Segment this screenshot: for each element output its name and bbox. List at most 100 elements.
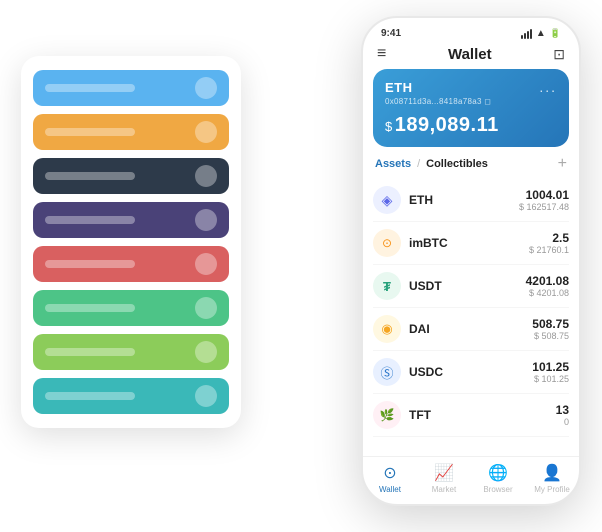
tft-icon: 🌿 — [373, 401, 401, 429]
nav-browser-label: Browser — [483, 485, 512, 494]
imbtc-icon: ⊙ — [373, 229, 401, 257]
status-time: 9:41 — [381, 28, 401, 39]
card-icon — [195, 165, 217, 187]
page-title: Wallet — [448, 46, 492, 63]
list-item[interactable] — [33, 334, 229, 370]
card-icon — [195, 341, 217, 363]
asset-usd: $ 162517.48 — [519, 202, 569, 212]
nav-profile-label: My Profile — [534, 485, 570, 494]
card-line — [45, 304, 135, 312]
list-item[interactable] — [33, 246, 229, 282]
card-icon — [195, 77, 217, 99]
balance-symbol: $ — [385, 119, 393, 134]
tab-collectibles[interactable]: Collectibles — [426, 158, 488, 170]
tab-assets[interactable]: Assets — [375, 158, 411, 170]
add-asset-button[interactable]: + — [558, 155, 567, 173]
asset-values: 2.5 $ 21760.1 — [529, 231, 569, 255]
phone: 9:41 ▲ 🔋 ≡ Wallet ⊡ ETH ... — [361, 16, 581, 506]
asset-values: 508.75 $ 508.75 — [532, 317, 569, 341]
scene: 9:41 ▲ 🔋 ≡ Wallet ⊡ ETH ... — [21, 16, 581, 516]
card-line — [45, 84, 135, 92]
asset-values: 101.25 $ 101.25 — [532, 360, 569, 384]
asset-amount: 4201.08 — [526, 274, 569, 288]
usdt-icon: ₮ — [373, 272, 401, 300]
assets-header: Assets / Collectibles + — [363, 155, 579, 179]
usdc-icon: Ⓢ — [373, 358, 401, 386]
card-line — [45, 260, 135, 268]
asset-usd: $ 4201.08 — [526, 288, 569, 298]
nav-market-label: Market — [432, 485, 456, 494]
nav-market[interactable]: 📈 Market — [417, 463, 471, 494]
asset-values: 13 0 — [556, 403, 569, 427]
wallet-balance: $189,089.11 — [385, 114, 557, 137]
battery-icon: 🔋 — [550, 28, 561, 39]
profile-nav-icon: 👤 — [542, 463, 562, 483]
table-row[interactable]: Ⓢ USDC 101.25 $ 101.25 — [373, 351, 569, 394]
asset-usd: $ 101.25 — [532, 374, 569, 384]
list-item[interactable] — [33, 70, 229, 106]
nav-wallet-label: Wallet — [379, 485, 401, 494]
dai-icon: ◉ — [373, 315, 401, 343]
wallet-nav-icon: ⊙ — [383, 463, 396, 483]
status-right: ▲ 🔋 — [521, 28, 561, 39]
table-row[interactable]: ◈ ETH 1004.01 $ 162517.48 — [373, 179, 569, 222]
list-item[interactable] — [33, 290, 229, 326]
asset-name: USDC — [409, 365, 532, 379]
phone-header: ≡ Wallet ⊡ — [363, 43, 579, 69]
asset-amount: 2.5 — [529, 231, 569, 245]
card-stack — [21, 56, 241, 428]
asset-usd: $ 508.75 — [532, 331, 569, 341]
nav-profile[interactable]: 👤 My Profile — [525, 463, 579, 494]
asset-list: ◈ ETH 1004.01 $ 162517.48 ⊙ imBTC 2.5 $ … — [363, 179, 579, 456]
wallet-card[interactable]: ETH ... 0x08711d3a...8418a78a3 ◻ $189,08… — [373, 69, 569, 147]
wallet-address: 0x08711d3a...8418a78a3 ◻ — [385, 97, 557, 106]
card-line — [45, 216, 135, 224]
nav-wallet[interactable]: ⊙ Wallet — [363, 463, 417, 494]
card-icon — [195, 209, 217, 231]
market-nav-icon: 📈 — [434, 463, 454, 483]
list-item[interactable] — [33, 378, 229, 414]
asset-amount: 101.25 — [532, 360, 569, 374]
card-line — [45, 392, 135, 400]
card-icon — [195, 253, 217, 275]
wallet-card-header: ETH ... — [385, 79, 557, 95]
asset-name: TFT — [409, 408, 556, 422]
wallet-more-icon[interactable]: ... — [539, 79, 557, 95]
status-bar: 9:41 ▲ 🔋 — [363, 18, 579, 43]
asset-name: USDT — [409, 279, 526, 293]
asset-name: ETH — [409, 193, 519, 207]
asset-amount: 508.75 — [532, 317, 569, 331]
list-item[interactable] — [33, 202, 229, 238]
eth-icon: ◈ — [373, 186, 401, 214]
asset-usd: $ 21760.1 — [529, 245, 569, 255]
list-item[interactable] — [33, 158, 229, 194]
asset-amount: 13 — [556, 403, 569, 417]
menu-icon[interactable]: ≡ — [377, 45, 386, 63]
asset-name: DAI — [409, 322, 532, 336]
wallet-token-label: ETH — [385, 80, 413, 95]
wifi-icon: ▲ — [536, 28, 546, 39]
asset-amount: 1004.01 — [519, 188, 569, 202]
asset-values: 4201.08 $ 4201.08 — [526, 274, 569, 298]
card-line — [45, 128, 135, 136]
asset-name: imBTC — [409, 236, 529, 250]
card-icon — [195, 385, 217, 407]
browser-nav-icon: 🌐 — [488, 463, 508, 483]
list-item[interactable] — [33, 114, 229, 150]
card-line — [45, 348, 135, 356]
nav-browser[interactable]: 🌐 Browser — [471, 463, 525, 494]
card-line — [45, 172, 135, 180]
bottom-nav: ⊙ Wallet 📈 Market 🌐 Browser 👤 My Profile — [363, 456, 579, 504]
card-icon — [195, 297, 217, 319]
asset-usd: 0 — [556, 417, 569, 427]
table-row[interactable]: ₮ USDT 4201.08 $ 4201.08 — [373, 265, 569, 308]
signal-icon — [521, 29, 532, 39]
table-row[interactable]: ◉ DAI 508.75 $ 508.75 — [373, 308, 569, 351]
table-row[interactable]: 🌿 TFT 13 0 — [373, 394, 569, 437]
assets-tabs: Assets / Collectibles — [375, 158, 488, 170]
table-row[interactable]: ⊙ imBTC 2.5 $ 21760.1 — [373, 222, 569, 265]
expand-icon[interactable]: ⊡ — [553, 46, 565, 63]
asset-values: 1004.01 $ 162517.48 — [519, 188, 569, 212]
card-icon — [195, 121, 217, 143]
tab-divider: / — [417, 158, 420, 170]
